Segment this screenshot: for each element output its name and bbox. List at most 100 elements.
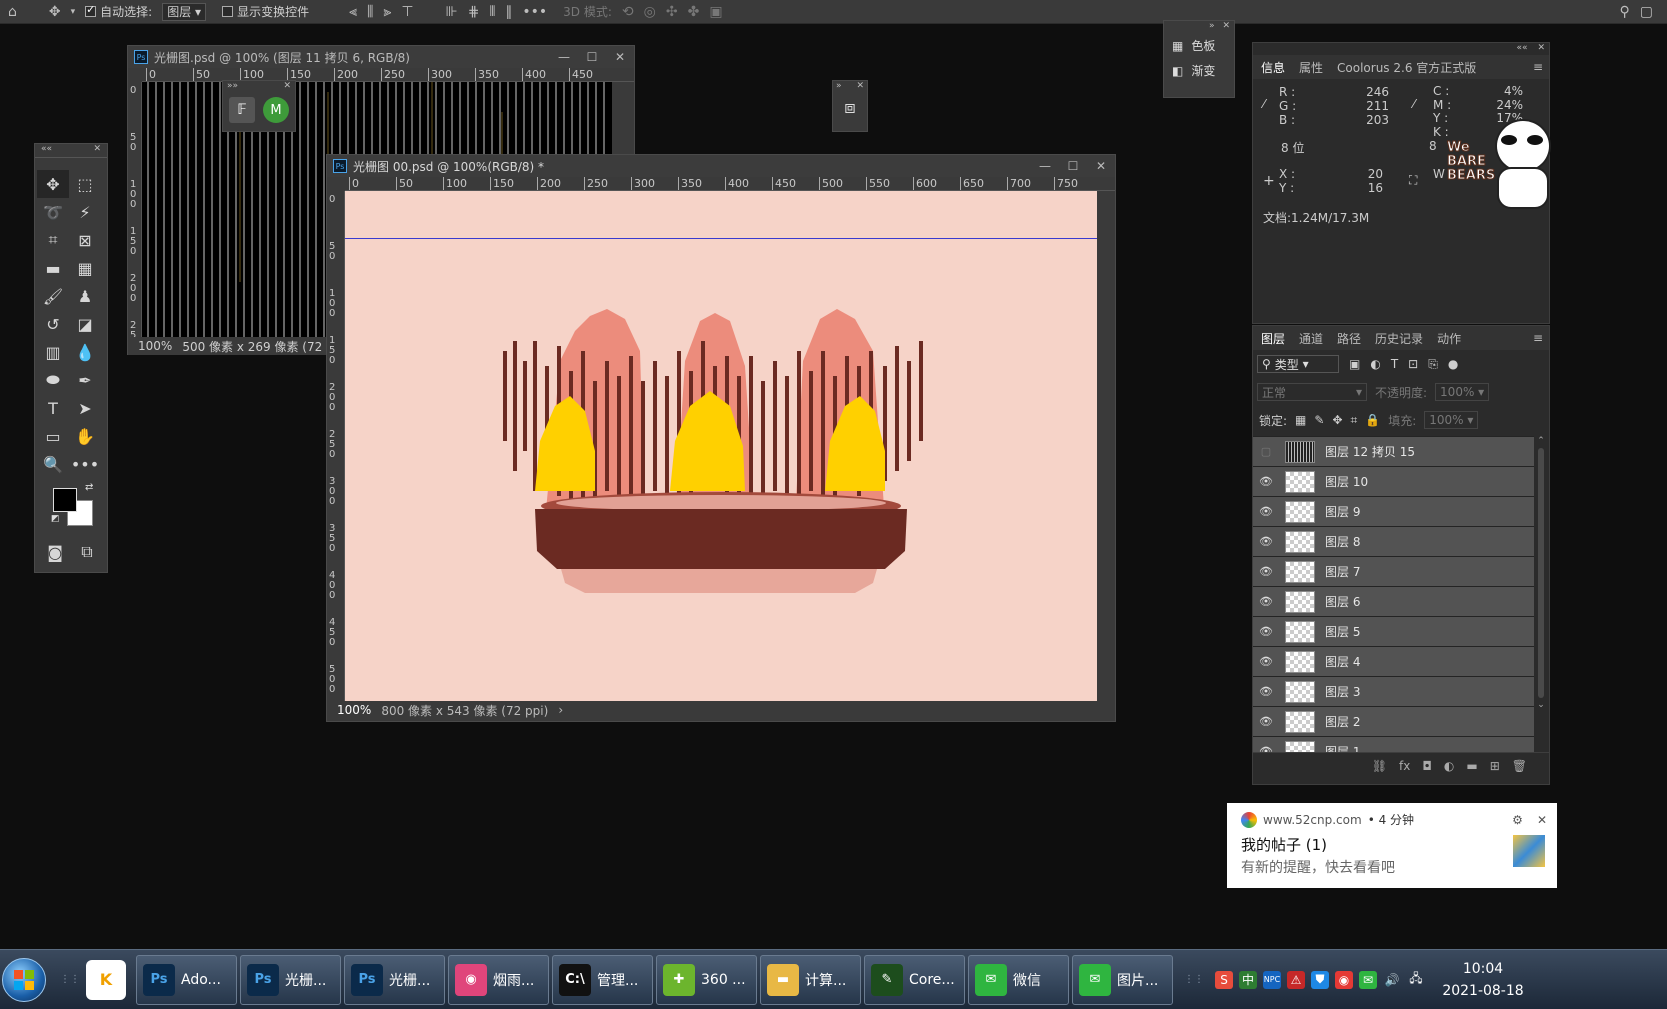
filter-type-icon[interactable]: T (1391, 357, 1398, 371)
new-group-icon[interactable]: ▬ (1466, 759, 1477, 773)
workspace-icon[interactable]: ▢ (1640, 4, 1653, 20)
security-icon[interactable]: ⚠ (1287, 970, 1305, 989)
move-tool-icon[interactable]: ✥ (37, 170, 69, 198)
taskbar-button[interactable]: ✉ 微信 (968, 954, 1069, 1005)
tab-layers[interactable]: 图层 (1261, 330, 1285, 347)
collapse-icon[interactable]: «« (1516, 43, 1527, 55)
plugin-f-icon[interactable]: 𝔽 (229, 97, 255, 123)
taskbar-button[interactable]: Ps 光栅... (344, 954, 445, 1005)
visibility-off-box[interactable]: ▢ (1253, 445, 1279, 458)
panel-menu-icon[interactable]: ≡ (1533, 60, 1543, 74)
ruler-tool-icon[interactable]: ▬ (37, 254, 69, 282)
close-icon[interactable]: ✕ (1087, 159, 1115, 173)
path-select-icon[interactable]: ➤ (69, 394, 101, 422)
delete-layer-icon[interactable]: 🗑 (1512, 759, 1527, 773)
collapse-icon[interactable]: »» (227, 81, 238, 93)
doc-front-zoom[interactable]: 100% (337, 703, 371, 717)
marquee-tool-icon[interactable]: ⬚ (69, 170, 101, 198)
tab-paths[interactable]: 路径 (1337, 330, 1361, 347)
panel-menu-icon[interactable]: ≡ (1533, 331, 1543, 345)
ime-chinese-icon[interactable]: 中 (1239, 970, 1257, 989)
opacity-input[interactable]: 100% ▾ (1435, 383, 1490, 401)
chevron-right-icon[interactable]: › (558, 703, 563, 717)
close-icon[interactable]: ✕ (1537, 43, 1545, 55)
patch-tool-icon[interactable]: ▦ (69, 254, 101, 282)
tab-coolorus[interactable]: Coolorus 2.6 官方正式版 (1337, 59, 1476, 76)
orbit-3d-icon[interactable]: ⟲ (622, 4, 634, 20)
stamp-tool-icon[interactable]: ♟ (69, 282, 101, 310)
crop-tool-icon[interactable]: ⌗ (37, 226, 69, 254)
roll-3d-icon[interactable]: ◎ (644, 4, 656, 20)
eye-icon[interactable]: 👁 (1253, 685, 1279, 698)
layer-row[interactable]: ▢ 图层 12 拷贝 15 (1253, 436, 1534, 466)
filter-smart-icon[interactable]: ⎘ (1428, 357, 1438, 372)
gradient-tool-icon[interactable]: ▥ (37, 338, 69, 366)
align-left-icon[interactable]: ⫷ (349, 4, 357, 20)
plugin-m-icon[interactable]: M (263, 97, 289, 123)
tab-history[interactable]: 历史记录 (1375, 330, 1423, 347)
tab-info[interactable]: 信息 (1261, 59, 1285, 76)
layer-row[interactable]: 👁 图层 7 (1253, 556, 1534, 586)
layer-row[interactable]: 👁 图层 3 (1253, 676, 1534, 706)
taskbar-button[interactable]: ✎ Core... (864, 954, 965, 1005)
move-tool-icon[interactable]: ✥ (49, 4, 61, 20)
minimize-icon[interactable]: — (550, 50, 578, 64)
eye-icon[interactable]: 👁 (1253, 715, 1279, 728)
taskbar-button[interactable]: ✉ 图片... (1072, 954, 1173, 1005)
blend-mode-dropdown[interactable]: 正常 ▾ (1257, 383, 1367, 401)
artboard-icon[interactable]: ⧈ (844, 97, 855, 118)
lock-paint-icon[interactable]: ✎ (1314, 413, 1324, 427)
doc-back-zoom[interactable]: 100% (138, 339, 172, 353)
align-hcenter-icon[interactable]: ⫼ (367, 4, 373, 20)
close-icon[interactable]: ✕ (283, 81, 291, 93)
frame-tool-icon[interactable]: ⊠ (69, 226, 101, 254)
blur-tool-icon[interactable]: 💧 (69, 338, 101, 366)
fill-input[interactable]: 100% ▾ (1424, 411, 1479, 429)
dodge-tool-icon[interactable]: ⬬ (37, 366, 69, 394)
taskbar-button[interactable]: ▬ 计算... (760, 954, 861, 1005)
slide-3d-icon[interactable]: ✤ (688, 4, 700, 20)
collapse-icon[interactable]: » (836, 81, 842, 93)
tab-properties[interactable]: 属性 (1299, 59, 1323, 76)
layer-row[interactable]: 👁 图层 10 (1253, 466, 1534, 496)
brush-tool-icon[interactable]: 🖌 (37, 282, 69, 310)
show-transform-checkbox[interactable]: 显示变换控件 (222, 3, 309, 20)
new-layer-icon[interactable]: ⊞ (1490, 759, 1500, 773)
distribute-space-icon[interactable]: ∥ (505, 4, 512, 20)
network-app-icon[interactable]: NPC (1263, 970, 1281, 989)
search-icon[interactable]: ⚲ (1620, 4, 1630, 20)
doc-front-titlebar[interactable]: Ps 光栅图 00.psd @ 100%(RGB/8) * — ☐ ✕ (327, 155, 1115, 177)
lock-position-icon[interactable]: ✥ (1332, 413, 1342, 427)
pen-tool-icon[interactable]: ✒ (69, 366, 101, 394)
doc-front-canvas[interactable] (345, 191, 1097, 701)
hand-tool-icon[interactable]: ✋ (69, 422, 101, 450)
doc-window-front[interactable]: Ps 光栅图 00.psd @ 100%(RGB/8) * — ☐ ✕ 0 50 100… (326, 154, 1116, 722)
start-button[interactable] (2, 957, 46, 1002)
close-icon[interactable]: ✕ (1222, 21, 1230, 33)
fx-icon[interactable]: fx (1399, 759, 1410, 773)
eye-icon[interactable]: 👁 (1253, 565, 1279, 578)
maximize-icon[interactable]: ☐ (578, 50, 606, 64)
align-right-icon[interactable]: ⫸ (383, 4, 391, 20)
eye-icon[interactable]: 👁 (1253, 745, 1279, 752)
taskbar-button[interactable]: ◉ 烟雨... (448, 954, 549, 1005)
settings-icon[interactable]: ⚙ (1512, 813, 1523, 827)
taskbar-button[interactable]: C:\ 管理... (552, 954, 653, 1005)
distribute-center-icon[interactable]: ⋕ (468, 4, 480, 20)
taskbar-button[interactable]: ✚ 360 ... (656, 954, 757, 1005)
gradients-item[interactable]: ◧ 渐变 (1164, 58, 1234, 83)
history-brush-icon[interactable]: ↺ (37, 310, 69, 338)
chevron-down-icon[interactable]: ▾ (71, 7, 76, 17)
collapse-icon[interactable]: » (1209, 21, 1215, 33)
clock[interactable]: 10:04 2021-08-18 (1428, 958, 1538, 1002)
volume-icon[interactable]: 🔊 (1383, 971, 1401, 989)
minimize-icon[interactable]: — (1031, 159, 1059, 173)
link-layers-icon[interactable]: ⛓ (1372, 759, 1387, 773)
close-icon[interactable]: ✕ (856, 81, 864, 93)
pan-3d-icon[interactable]: ✣ (666, 4, 678, 20)
distribute-right-icon[interactable]: ⫴ (489, 4, 495, 20)
swatches-item[interactable]: ▦ 色板 (1164, 33, 1234, 58)
rectangle-tool-icon[interactable]: ▭ (37, 422, 69, 450)
maximize-icon[interactable]: ☐ (1059, 159, 1087, 173)
foreground-color[interactable] (53, 488, 77, 512)
